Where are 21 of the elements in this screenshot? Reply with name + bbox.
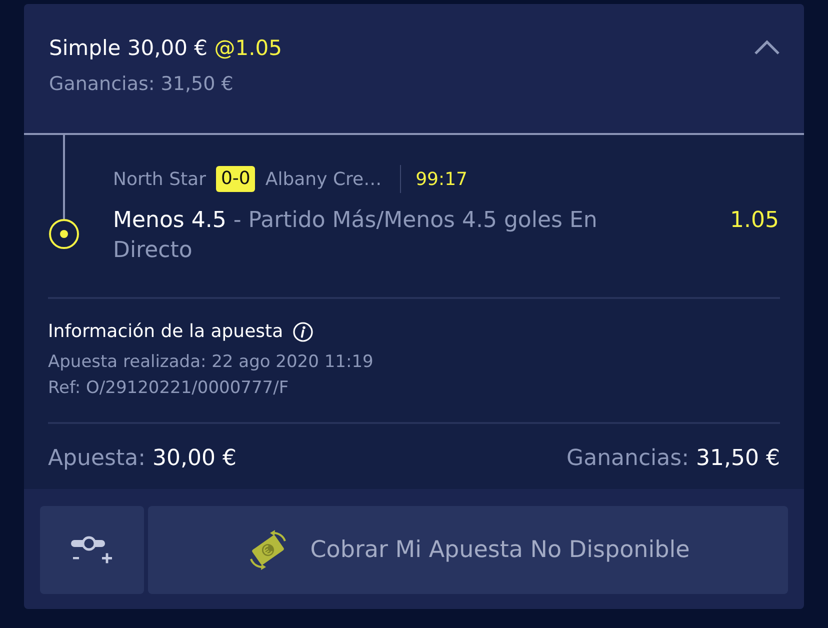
- slider-icon: [71, 535, 113, 565]
- returns-value: 31,50 €: [696, 446, 780, 471]
- away-team: Albany Cre…: [265, 168, 382, 190]
- selection-text: Menos 4.5 - Partido Más/Menos 4.5 goles En Directo: [113, 207, 598, 265]
- stake-adjust-button[interactable]: [40, 506, 144, 594]
- chevron-icon[interactable]: [754, 39, 780, 55]
- selection-marker-icon: [49, 219, 79, 249]
- stake-label: Apuesta:: [48, 446, 146, 471]
- selection-odds: 1.05: [730, 207, 779, 235]
- info-title: Información de la apuesta: [48, 320, 284, 344]
- bet-title: Simple 30,00 €: [49, 36, 208, 60]
- bet-odds: @1.05: [214, 36, 282, 60]
- returns-label: Ganancias:: [566, 446, 690, 471]
- info-icon[interactable]: [293, 322, 314, 342]
- score-badge: 0-0: [216, 166, 256, 192]
- potential-returns: Ganancias: 31,50 €: [49, 72, 234, 97]
- match-clock: 99:17: [416, 168, 468, 190]
- home-team: North Star: [113, 168, 206, 190]
- bet-reference: Ref: O/29120221/0000777/F: [48, 377, 290, 400]
- placed-date: Apuesta realizada: 22 ago 2020 11:19: [48, 351, 374, 374]
- stake-value: 30,00 €: [152, 446, 236, 471]
